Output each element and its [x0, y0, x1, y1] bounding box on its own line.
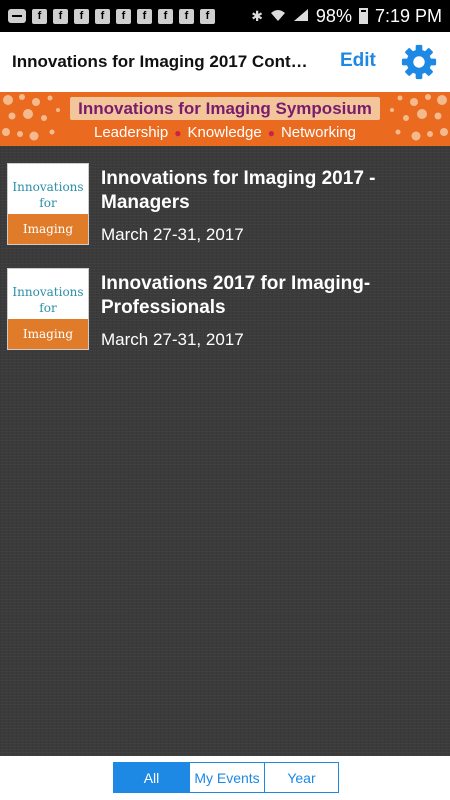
clock: 7:19 PM — [374, 5, 442, 26]
message-icon — [8, 9, 26, 23]
banner-title: Innovations for Imaging Symposium — [70, 97, 380, 120]
thumb-text: for — [39, 196, 57, 210]
tagline-item: Knowledge — [187, 124, 262, 141]
event-list: Innovations for Imaging Innovations for … — [0, 146, 450, 756]
battery-icon — [358, 8, 368, 24]
facebook-icon: f — [53, 8, 68, 24]
facebook-icon: f — [32, 8, 47, 24]
thumb-text: Innovations — [12, 285, 84, 299]
tagline-item: Networking — [280, 124, 356, 141]
event-title: Innovations 2017 for Imaging-Professiona… — [101, 273, 371, 318]
gear-icon[interactable] — [400, 43, 438, 81]
facebook-icon: f — [179, 8, 194, 24]
battery-percent: 98% — [315, 5, 352, 26]
segmented-control: All My Events Year — [113, 762, 339, 793]
event-date: March 27-31, 2017 — [101, 330, 244, 349]
thumb-text: Innovations — [12, 180, 84, 194]
event-list-item[interactable]: Innovations for Imaging Innovations for … — [7, 163, 443, 251]
wifi-icon — [270, 8, 286, 25]
facebook-icon: f — [200, 8, 215, 24]
event-list-item[interactable]: Innovations for Imaging Innovations 2017… — [7, 268, 443, 356]
facebook-icon: f — [95, 8, 110, 24]
event-thumbnail: Innovations for Imaging — [7, 163, 89, 245]
event-title: Innovations for Imaging 2017 - Managers — [101, 168, 376, 213]
bluetooth-icon: ✱ — [251, 7, 263, 24]
tagline-item: Leadership — [94, 124, 169, 141]
tab-all[interactable]: All — [114, 763, 189, 792]
facebook-icon: f — [158, 8, 173, 24]
bullet-icon: ● — [174, 125, 182, 140]
banner-tagline: Leadership ● Knowledge ● Networking — [94, 124, 356, 141]
edit-button[interactable]: Edit — [340, 50, 376, 72]
event-date: March 27-31, 2017 — [101, 225, 244, 244]
symposium-banner: Innovations for Imaging Symposium Leader… — [0, 92, 450, 146]
facebook-icon: f — [74, 8, 89, 24]
status-bar: f f f f f f f f f ✱ 98% 7:19 PM — [0, 0, 450, 32]
tab-my-events[interactable]: My Events — [189, 763, 264, 792]
facebook-icon: f — [137, 8, 152, 24]
thumb-text: Imaging — [8, 319, 88, 349]
event-thumbnail: Innovations for Imaging — [7, 268, 89, 350]
signal-icon — [293, 8, 309, 25]
bullet-icon: ● — [267, 125, 275, 140]
tab-year[interactable]: Year — [264, 763, 338, 792]
facebook-icon: f — [116, 8, 131, 24]
thumb-text: Imaging — [8, 214, 88, 244]
filter-bar: All My Events Year — [0, 756, 450, 800]
app-header: Innovations for Imaging 2017 Contai... E… — [0, 32, 450, 92]
thumb-text: for — [39, 301, 57, 315]
page-title: Innovations for Imaging 2017 Contai... — [12, 52, 317, 71]
notification-icons: f f f f f f f f f — [8, 8, 215, 24]
